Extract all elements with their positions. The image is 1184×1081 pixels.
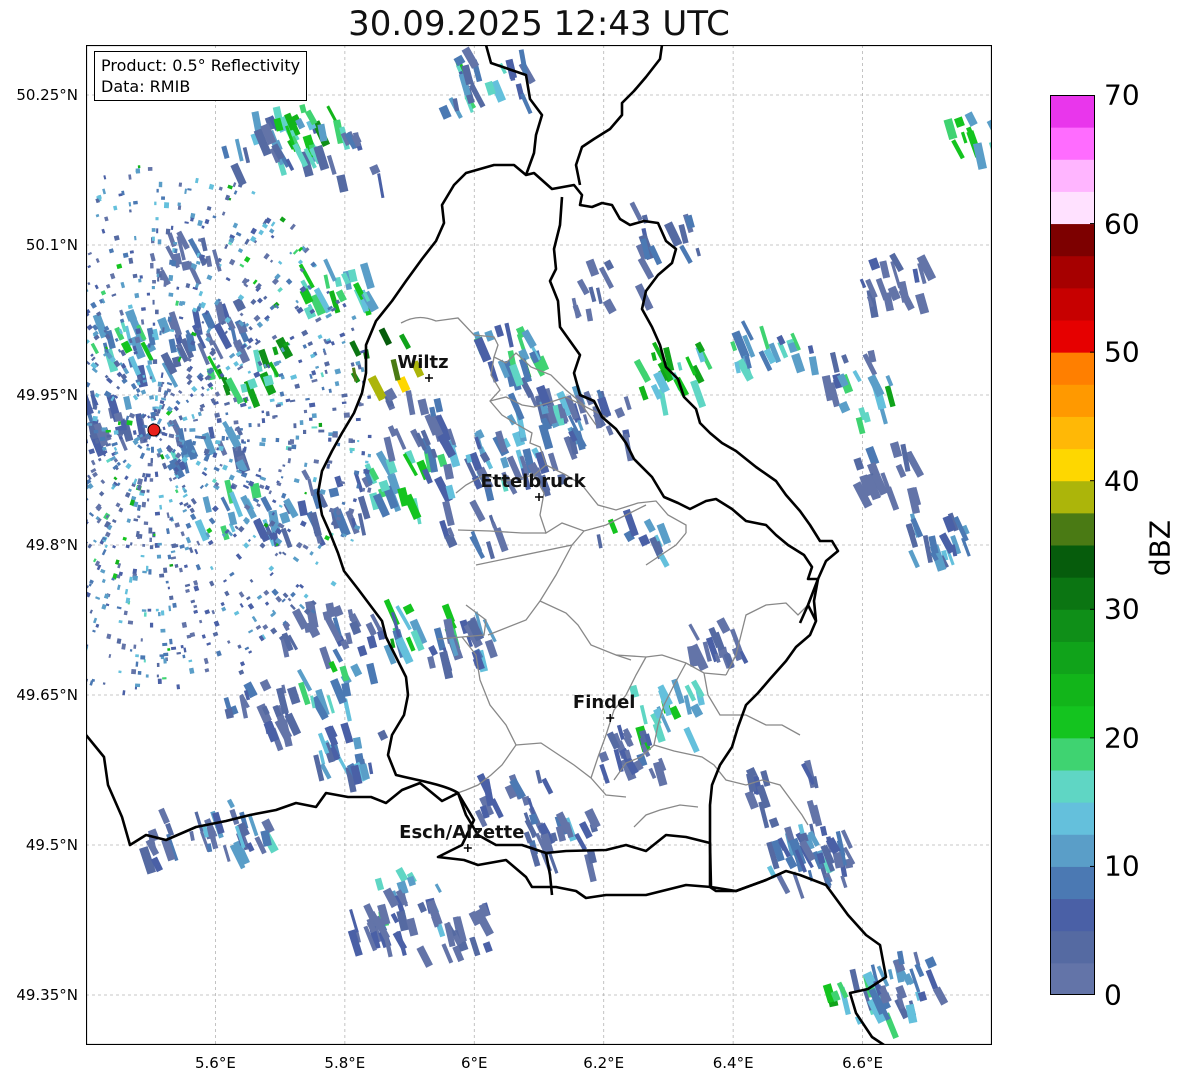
radar-echo-cell <box>836 369 896 435</box>
colorbar-bin <box>1050 512 1095 546</box>
radar-echo-cell <box>905 512 971 572</box>
colorbar-bin <box>1050 545 1095 578</box>
radar-echo-cell <box>296 648 379 722</box>
colorbar-bin <box>1050 448 1095 482</box>
lat-tick-label: 49.95°N <box>16 386 78 404</box>
city-ettelbruck: Ettelbruck <box>480 471 587 501</box>
colorbar-bin <box>1050 577 1095 610</box>
canton-borders <box>400 316 809 828</box>
radar-echo-layer <box>86 46 992 1039</box>
radar-echo-cell <box>297 469 373 537</box>
lat-tick-label: 49.35°N <box>16 986 78 1004</box>
colorbar-bin <box>1050 898 1095 932</box>
lat-tick-label: 49.8°N <box>25 536 78 554</box>
colorbar-bin <box>1050 673 1095 707</box>
city-label: Ettelbruck <box>480 471 586 492</box>
colorbar-bin <box>1050 609 1095 642</box>
colorbar-bin <box>1050 320 1095 353</box>
radar-echo-cell <box>473 322 550 388</box>
radar-echo-cell <box>221 123 295 187</box>
graticule-grid <box>86 45 992 1045</box>
colorbar-bin <box>1050 705 1095 739</box>
radar-echo-cell <box>223 679 302 752</box>
radar-echo-cell <box>943 111 992 170</box>
colorbar-bin <box>1050 480 1095 514</box>
colorbar-tick: 40 <box>1104 464 1140 498</box>
radar-echo-cell <box>313 722 389 793</box>
colorbar-bin <box>1050 866 1095 900</box>
data-source-label: Data: RMIB <box>101 77 191 96</box>
lon-tick-label: 6°E <box>461 1054 488 1072</box>
colorbar-bin <box>1050 770 1095 803</box>
radar-echo-cell <box>139 807 218 875</box>
colorbar-tick: 70 <box>1104 78 1140 112</box>
radar-echo-cell <box>363 448 439 525</box>
radar-echo-cell <box>633 341 713 416</box>
radar-echo-cell <box>859 252 937 319</box>
radar-site-marker <box>147 423 161 437</box>
lat-tick-label: 49.5°N <box>25 836 78 854</box>
lon-tick-label: 5.8°E <box>324 1054 366 1072</box>
dbz-colorbar <box>1050 95 1095 995</box>
radar-echo-cell <box>452 46 536 115</box>
radar-site <box>147 423 161 437</box>
colorbar-bin <box>1050 95 1095 128</box>
radar-echo-cell <box>383 387 457 463</box>
colorbar-unit-label: dBZ <box>1143 519 1177 577</box>
colorbar-bin <box>1050 223 1095 257</box>
colorbar-bin <box>1050 641 1095 675</box>
city-findel: Findel <box>573 692 636 722</box>
lat-tick-label: 50.1°N <box>25 236 78 254</box>
product-label: Product: 0.5° Reflectivity <box>101 56 301 75</box>
colorbar-tick: 60 <box>1104 207 1140 241</box>
radar-echo-cell <box>730 320 806 382</box>
colorbar-tick: 10 <box>1104 849 1140 883</box>
radar-echo-cell <box>629 678 705 754</box>
radar-echo-cell <box>744 759 823 829</box>
city-label: Findel <box>573 692 636 713</box>
radar-map: Wiltz Ettelbruck Findel Esch/Alzette <box>86 45 992 1045</box>
city-esch-alzette: Esch/Alzette <box>399 822 524 852</box>
colorbar-bin <box>1050 159 1095 192</box>
colorbar-tick: 0 <box>1104 978 1122 1012</box>
radar-echo-cell <box>571 256 655 322</box>
radar-echo-cell <box>596 508 672 568</box>
colorbar-tick: 30 <box>1104 592 1140 626</box>
colorbar-bin <box>1050 255 1095 289</box>
lon-tick-label: 6.4°E <box>712 1054 754 1072</box>
colorbar-bin <box>1050 384 1095 417</box>
colorbar-bin <box>1050 962 1095 995</box>
colorbar-bin <box>1050 127 1095 160</box>
radar-echo-cell <box>629 201 701 266</box>
radar-echo-cell <box>439 499 509 560</box>
colorbar-bin <box>1050 802 1095 835</box>
colorbar-bin <box>1050 416 1095 450</box>
colorbar-bin <box>1050 287 1095 321</box>
lon-tick-label: 6.6°E <box>842 1054 883 1072</box>
lat-tick-label: 49.65°N <box>16 686 78 704</box>
lon-tick-label: 5.6°E <box>195 1054 236 1072</box>
radar-echo-cell <box>852 441 925 515</box>
colorbar-bin <box>1050 352 1095 385</box>
colorbar-bin <box>1050 737 1095 771</box>
city-label: Wiltz <box>397 352 448 373</box>
colorbar-tick: 50 <box>1104 335 1140 369</box>
map-title: 30.09.2025 12:43 UTC <box>348 4 730 44</box>
colorbar-bin <box>1050 834 1095 867</box>
colorbar-tick: 20 <box>1104 721 1140 755</box>
radar-echo-cell <box>427 611 498 680</box>
product-info-box: Product: 0.5° Reflectivity Data: RMIB <box>94 51 308 101</box>
colorbar-bin <box>1050 191 1095 225</box>
lon-tick-label: 6.2°E <box>583 1054 625 1072</box>
radar-echo-cell <box>202 798 279 870</box>
colorbar-bin <box>1050 930 1095 964</box>
lat-tick-label: 50.25°N <box>16 86 78 104</box>
city-label: Esch/Alzette <box>399 822 524 843</box>
radar-echo-cell <box>347 887 419 958</box>
